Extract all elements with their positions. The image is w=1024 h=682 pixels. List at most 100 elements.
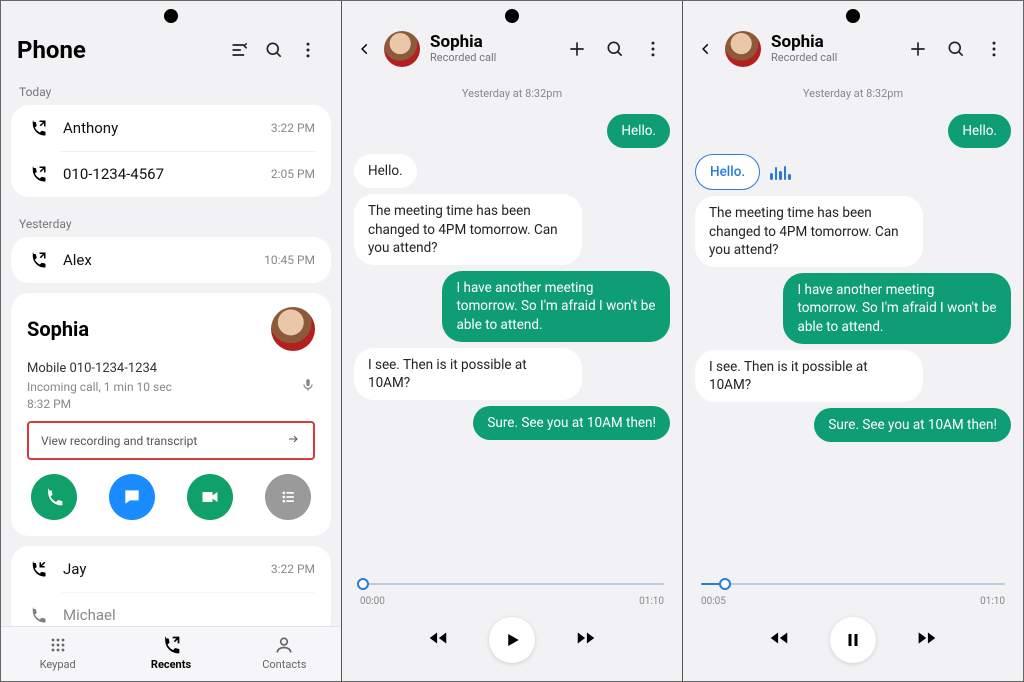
video-call-button[interactable] [187,474,233,520]
call-time: 2:05 PM [271,167,315,181]
view-recording-label: View recording and transcript [41,434,197,448]
nav-keypad-label: Keypad [40,658,76,671]
camera-punchhole [846,9,860,23]
screen-transcript-playing: Sophia Recorded call Yesterday at 8:32pm… [683,1,1023,681]
view-recording-button[interactable]: View recording and transcript [27,421,315,460]
avatar[interactable] [271,307,315,351]
call-name: Alex [63,251,264,269]
screen-transcript-paused: Sophia Recorded call Yesterday at 8:32pm… [342,1,683,681]
nav-contacts-label: Contacts [262,658,306,671]
details-button[interactable] [265,474,311,520]
expanded-time: 8:32 PM [27,397,71,411]
play-button[interactable] [489,617,535,663]
call-name: Jay [63,560,271,578]
call-name: 010-1234-4567 [63,165,271,183]
add-icon[interactable] [560,32,594,66]
message-other[interactable]: The meeting time has been changed to 4PM… [695,196,1011,267]
camera-punchhole [164,9,178,23]
time-current: 00:05 [701,596,726,607]
filter-icon[interactable] [223,33,257,67]
seek-bar[interactable] [360,574,664,594]
message-other[interactable]: The meeting time has been changed to 4PM… [354,194,670,265]
contact-subtitle: Recorded call [771,52,897,65]
incoming-call-icon [27,560,49,578]
more-icon[interactable] [291,33,325,67]
expanded-call-card: Sophia Mobile 010-1234-1234 Incoming cal… [11,293,331,536]
call-time: 3:22 PM [271,562,315,576]
add-icon[interactable] [901,32,935,66]
call-button[interactable] [31,474,77,520]
forward-button[interactable] [575,627,597,653]
message-other[interactable]: I see. Then is it possible at 10AM? [695,350,1011,402]
back-button[interactable] [691,38,721,60]
call-time: 3:22 PM [271,121,315,135]
outgoing-call-icon [27,119,49,137]
audio-player: 00:00 01:10 [342,566,682,681]
avatar[interactable] [725,31,761,67]
back-button[interactable] [350,38,380,60]
contact-subtitle: Recorded call [430,52,556,65]
expanded-name: Sophia [27,317,271,341]
call-row[interactable]: Jay 3:22 PM [11,546,331,592]
phone-title: Phone [17,36,223,64]
nav-recents-label: Recents [151,658,191,671]
message-me[interactable]: Sure. See you at 10AM then! [354,406,670,440]
audio-player: 00:05 01:10 [683,566,1023,681]
call-name: Michael [63,606,315,624]
time-duration: 01:10 [980,596,1005,607]
outgoing-call-icon [27,606,49,624]
pause-button[interactable] [830,617,876,663]
screen-phone-recents: Phone Today Anthony 3:22 PM 010-1234-456… [1,1,342,681]
nav-recents[interactable]: Recents [114,627,227,681]
expanded-callinfo: Incoming call, 1 min 10 sec [27,380,172,394]
audio-wave-icon [770,164,791,180]
more-icon[interactable] [977,32,1011,66]
more-icon[interactable] [636,32,670,66]
expanded-number: Mobile 010-1234-1234 [27,361,315,376]
today-card: Anthony 3:22 PM 010-1234-4567 2:05 PM [11,105,331,197]
yesterday-card: Alex 10:45 PM [11,237,331,283]
message-other[interactable]: Hello. [354,154,670,188]
message-other-active[interactable]: Hello. [695,154,1011,190]
camera-punchhole [505,9,519,23]
call-row[interactable]: Michael [11,592,331,626]
outgoing-call-icon [27,165,49,183]
message-other[interactable]: I see. Then is it possible at 10AM? [354,348,670,400]
forward-button[interactable] [916,627,938,653]
message-button[interactable] [109,474,155,520]
call-row[interactable]: Anthony 3:22 PM [11,105,331,151]
call-name: Anthony [63,119,271,137]
transcript-timestamp: Yesterday at 8:32pm [342,73,682,108]
message-me[interactable]: Hello. [695,114,1011,148]
chat-area: Hello. Hello. The meeting time has been … [683,108,1023,566]
microphone-icon [301,378,315,395]
contact-name: Sophia [430,33,556,53]
more-card: Jay 3:22 PM Michael [11,546,331,626]
contact-name: Sophia [771,33,897,53]
nav-contacts[interactable]: Contacts [228,627,341,681]
rewind-button[interactable] [768,627,790,653]
outgoing-call-icon [27,251,49,269]
transcript-timestamp: Yesterday at 8:32pm [683,73,1023,108]
call-time: 10:45 PM [264,253,315,267]
seek-bar[interactable] [701,574,1005,594]
section-label-yesterday: Yesterday [1,207,341,237]
message-me[interactable]: I have another meeting tomorrow. So I'm … [354,271,670,342]
time-duration: 01:10 [639,596,664,607]
section-label-today: Today [1,75,341,105]
rewind-button[interactable] [427,627,449,653]
call-row[interactable]: Alex 10:45 PM [11,237,331,283]
search-icon[interactable] [257,33,291,67]
message-me[interactable]: I have another meeting tomorrow. So I'm … [695,273,1011,344]
search-icon[interactable] [939,32,973,66]
nav-keypad[interactable]: Keypad [1,627,114,681]
arrow-right-icon [285,433,301,448]
chat-area: Hello. Hello. The meeting time has been … [342,108,682,566]
message-me[interactable]: Sure. See you at 10AM then! [695,408,1011,442]
avatar[interactable] [384,31,420,67]
bottom-nav: Keypad Recents Contacts [1,626,341,681]
search-icon[interactable] [598,32,632,66]
call-row[interactable]: 010-1234-4567 2:05 PM [11,151,331,197]
message-me[interactable]: Hello. [354,114,670,148]
time-current: 00:00 [360,596,385,607]
